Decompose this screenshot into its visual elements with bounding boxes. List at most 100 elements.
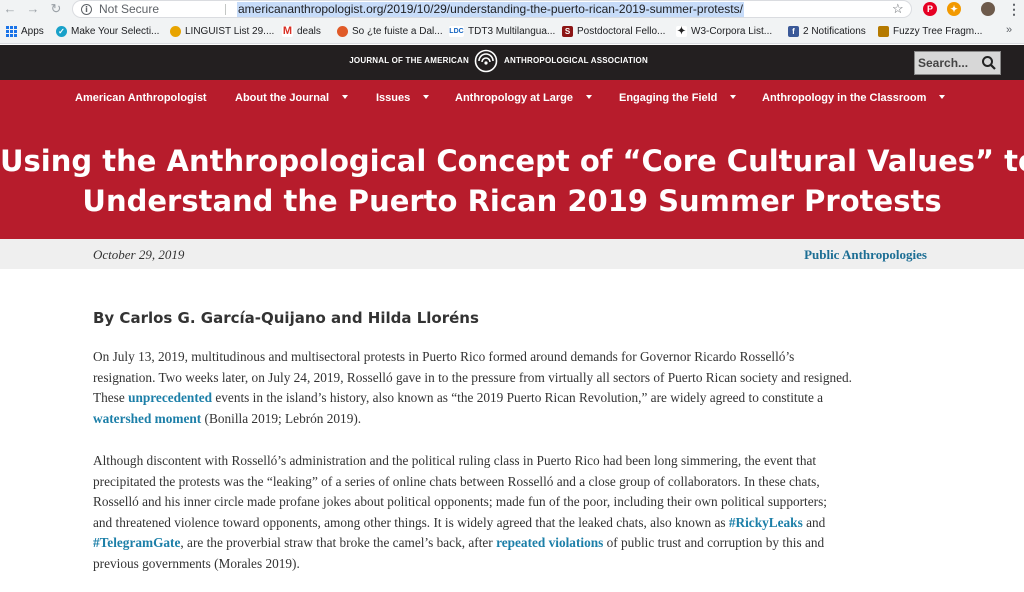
more-bookmarks-icon[interactable]: » bbox=[1006, 24, 1012, 36]
article-meta: October 29, 2019 Public Anthropologies bbox=[0, 239, 1024, 269]
bookmark-item[interactable]: f 2 Notifications bbox=[788, 19, 866, 44]
nav-about-the-journal[interactable]: About the Journal bbox=[235, 80, 349, 116]
site-search bbox=[914, 51, 1001, 75]
article-paragraph: Although discontent with Rosselló’s admi… bbox=[93, 451, 933, 574]
telegramgate-link[interactable]: #TelegramGate bbox=[93, 535, 180, 550]
text-line: On July 13, 2019, multitudinous and mult… bbox=[93, 349, 795, 364]
text-line: These unprecedented events in the island… bbox=[93, 388, 933, 409]
bookmark-apps[interactable]: Apps bbox=[6, 19, 44, 44]
site-masthead: JOURNAL OF THE AMERICAN ANTHROPOLOGICAL … bbox=[0, 45, 1024, 80]
nav-engaging-the-field[interactable]: Engaging the Field bbox=[619, 80, 737, 116]
search-icon[interactable] bbox=[980, 54, 998, 72]
bookmark-item[interactable]: LDC TDT3 Multilangua... bbox=[449, 19, 555, 44]
bookmark-label: deals bbox=[297, 26, 321, 37]
main-nav: American Anthropologist About the Journa… bbox=[0, 80, 1024, 116]
journal-name-left: JOURNAL OF THE AMERICAN bbox=[349, 56, 469, 65]
bookmark-label: So ¿te fuiste a Dal... bbox=[352, 26, 443, 37]
bookmark-item[interactable]: So ¿te fuiste a Dal... bbox=[337, 19, 443, 44]
article-paragraph: On July 13, 2019, multitudinous and mult… bbox=[93, 347, 933, 429]
search-input[interactable] bbox=[915, 52, 977, 74]
text-span: and threatened violence toward opponents… bbox=[93, 514, 729, 530]
unprecedented-link[interactable]: unprecedented bbox=[128, 390, 212, 405]
bookmark-item[interactable]: S Postdoctoral Fello... bbox=[562, 19, 665, 44]
bookmark-item[interactable]: ✦ W3-Corpora List... bbox=[676, 19, 772, 44]
extension-icon[interactable]: ✦ bbox=[947, 2, 961, 16]
article-hero: Using the Anthropological Concept of “Co… bbox=[0, 116, 1024, 239]
back-arrow-icon[interactable]: ← bbox=[3, 1, 17, 17]
nav-label: Anthropology in the Classroom bbox=[762, 92, 927, 104]
text-line: Rosselló and his inner circle made profa… bbox=[93, 494, 827, 509]
aaa-logo-icon[interactable] bbox=[474, 49, 498, 73]
text-line: resignation. Two weeks later, on July 24… bbox=[93, 369, 853, 385]
apps-grid-icon bbox=[6, 26, 17, 37]
reload-icon[interactable]: ↻ bbox=[49, 1, 63, 17]
nav-label: Anthropology at Large bbox=[455, 92, 573, 104]
watershed-moment-link[interactable]: watershed moment bbox=[93, 411, 201, 426]
nav-anthropology-in-the-classroom[interactable]: Anthropology in the Classroom bbox=[762, 80, 946, 116]
pinterest-extension-icon[interactable]: P bbox=[923, 2, 937, 16]
bookmark-favicon-icon: ✓ bbox=[56, 26, 67, 37]
browser-menu-icon[interactable]: ⋮ bbox=[1007, 1, 1021, 17]
article-title-line: Understand the Puerto Rican 2019 Summer … bbox=[82, 184, 942, 218]
linguist-favicon-icon bbox=[170, 26, 181, 37]
ldc-icon: LDC bbox=[449, 26, 464, 37]
bookmark-item[interactable]: M deals bbox=[282, 19, 321, 44]
chevron-down-icon bbox=[423, 95, 430, 100]
text-line: watershed moment (Bonilla 2019; Lebrón 2… bbox=[93, 409, 933, 430]
byline: By Carlos G. García-Quijano and Hilda Ll… bbox=[93, 309, 479, 327]
nav-american-anthropologist[interactable]: American Anthropologist bbox=[75, 80, 207, 116]
url-text[interactable]: americananthropologist.org/2019/10/29/un… bbox=[237, 2, 744, 17]
text-span: and bbox=[802, 514, 826, 530]
bookmark-label: TDT3 Multilangua... bbox=[468, 26, 556, 37]
post-date: October 29, 2019 bbox=[93, 247, 185, 262]
bookmark-label: Postdoctoral Fello... bbox=[577, 26, 666, 37]
bookmark-favicon-icon bbox=[337, 26, 348, 37]
text-span: of public trust and corruption by this a… bbox=[603, 535, 825, 550]
article-title: Using the Anthropological Concept of “Co… bbox=[0, 141, 1024, 221]
bookmark-label: 2 Notifications bbox=[803, 26, 866, 37]
facebook-icon: f bbox=[788, 26, 799, 37]
forward-arrow-icon[interactable]: → bbox=[26, 1, 40, 17]
bookmark-label: Apps bbox=[21, 26, 44, 37]
nav-anthropology-at-large[interactable]: Anthropology at Large bbox=[455, 80, 592, 116]
text-span: These bbox=[93, 390, 129, 405]
bookmark-label: Fuzzy Tree Fragm... bbox=[893, 26, 983, 37]
bookmarks-bar: Apps ✓ Make Your Selecti... LINGUIST Lis… bbox=[0, 19, 1024, 44]
bookmark-favicon-icon bbox=[878, 26, 889, 37]
text-line: previous governments (Morales 2019). bbox=[93, 555, 300, 571]
chevron-down-icon bbox=[585, 95, 592, 100]
url-divider bbox=[225, 4, 226, 15]
bookmark-item[interactable]: LINGUIST List 29.... bbox=[170, 19, 274, 44]
not-secure-label[interactable]: Not Secure bbox=[99, 2, 159, 17]
bookmark-label: Make Your Selecti... bbox=[71, 26, 160, 37]
chevron-down-icon bbox=[939, 95, 946, 100]
info-icon[interactable]: i bbox=[81, 4, 92, 15]
text-line: Although discontent with Rosselló’s admi… bbox=[93, 453, 817, 468]
chevron-down-icon bbox=[342, 95, 349, 100]
bookmark-label: W3-Corpora List... bbox=[691, 26, 773, 37]
nav-label: Engaging the Field bbox=[619, 92, 718, 104]
profile-avatar-icon[interactable] bbox=[981, 2, 995, 16]
gmail-icon: M bbox=[282, 25, 293, 37]
address-bar[interactable]: i Not Secure americananthropologist.org/… bbox=[72, 0, 912, 18]
nav-label: American Anthropologist bbox=[75, 92, 207, 104]
article-title-line: Using the Anthropological Concept of “Co… bbox=[0, 144, 1024, 178]
bookmark-star-icon[interactable]: ☆ bbox=[892, 1, 904, 17]
text-line: precipitated the protests was the “leaki… bbox=[93, 473, 820, 489]
browser-toolbar: ← → ↻ i Not Secure americananthropologis… bbox=[0, 0, 1024, 19]
bookmark-label: LINGUIST List 29.... bbox=[185, 26, 275, 37]
nav-issues[interactable]: Issues bbox=[376, 80, 430, 116]
category-link[interactable]: Public Anthropologies bbox=[804, 247, 927, 263]
text-span: (Bonilla 2019; Lebrón 2019). bbox=[201, 410, 362, 426]
repeated-violations-link[interactable]: repeated violations bbox=[496, 535, 603, 550]
nav-label: About the Journal bbox=[235, 92, 330, 104]
w3-favicon-icon: ✦ bbox=[676, 26, 687, 37]
rickyleaks-link[interactable]: #RickyLeaks bbox=[729, 515, 803, 530]
bookmark-item[interactable]: ✓ Make Your Selecti... bbox=[56, 19, 159, 44]
nav-label: Issues bbox=[376, 92, 411, 104]
text-line: #TelegramGate, are the proverbial straw … bbox=[93, 533, 933, 554]
text-span: events in the island’s history, also kno… bbox=[212, 390, 824, 405]
journal-name-right: ANTHROPOLOGICAL ASSOCIATION bbox=[504, 56, 648, 65]
bookmark-item[interactable]: Fuzzy Tree Fragm... bbox=[878, 19, 982, 44]
text-span: , are the proverbial straw that broke th… bbox=[180, 535, 497, 550]
